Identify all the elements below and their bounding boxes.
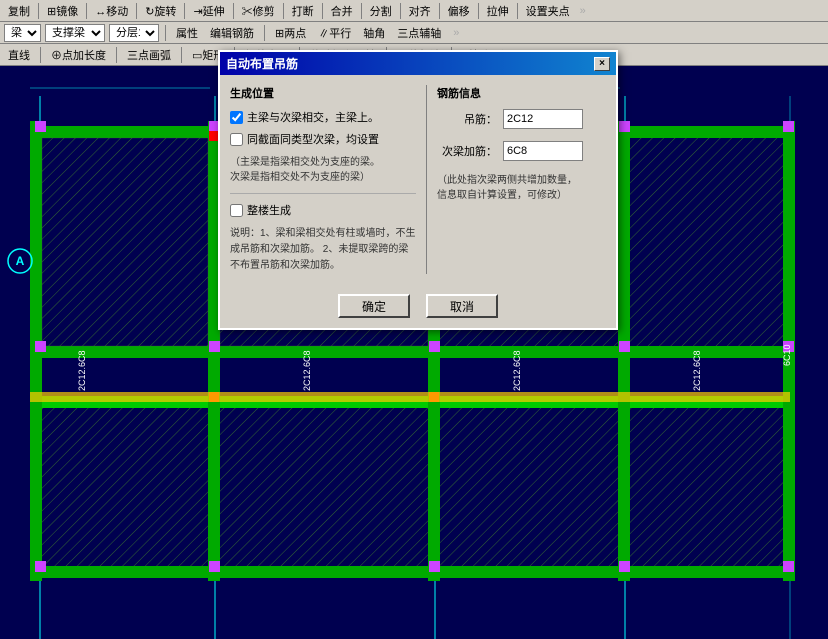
- checkbox-row-1: 主梁与次梁相交，主梁上。: [230, 109, 416, 125]
- toolbar-second: 梁 支撑梁 分层1 属性 编辑钢筋 ⊞两点 ∥平行 轴角 三点辅轴 »: [0, 22, 828, 44]
- cancel-button[interactable]: 取消: [426, 294, 498, 318]
- tb-edit-rebar[interactable]: 编辑钢筋: [206, 24, 258, 42]
- checkbox-row-3: 整楼生成: [230, 202, 416, 218]
- svg-text:2C12.6C8: 2C12.6C8: [512, 350, 522, 391]
- tb-align[interactable]: 对齐: [405, 2, 435, 20]
- svg-text:2C12.6C8: 2C12.6C8: [302, 350, 312, 391]
- dialog-auto-place-hangbar: 自动布置吊筋 × 生成位置 主梁与次梁相交，主梁上。 同截面同类型次梁，均设置 …: [218, 50, 618, 330]
- select-layer[interactable]: 分层1: [109, 24, 159, 42]
- field-note: （此处指次梁两侧共增加数量，信息取自计算设置，可修改）: [437, 173, 606, 203]
- toolbar-top: 复制 ⊞镜像 ↔移动 ↻旋转 ⇥延伸 ✂修剪 打断 合并 分割 对齐 偏移 拉伸…: [0, 0, 828, 22]
- tb-copy[interactable]: 复制: [4, 2, 34, 20]
- checkbox-whole-floor[interactable]: [230, 204, 243, 217]
- dialog-body: 生成位置 主梁与次梁相交，主梁上。 同截面同类型次梁，均设置 （主梁是指梁相交处…: [220, 75, 616, 328]
- note-beam-definition: （主梁是指梁相交处为支座的梁。次梁是指相交处不为支座的梁）: [230, 155, 416, 185]
- tb-property[interactable]: 属性: [172, 24, 202, 42]
- field-hangbar-label: 吊筋：: [437, 111, 497, 127]
- checkbox-same-type[interactable]: [230, 133, 243, 146]
- select-beam-type[interactable]: 梁: [4, 24, 41, 42]
- checkbox-whole-floor-label: 整楼生成: [247, 202, 291, 218]
- dialog-buttons: 确定 取消: [230, 286, 606, 318]
- section-bottom: 整楼生成: [230, 193, 416, 218]
- ok-button[interactable]: 确定: [338, 294, 410, 318]
- dialog-right-column: 钢筋信息 吊筋： 次梁加筋： （此处指次梁两侧共增加数量，信息取自计算设置，可修…: [426, 85, 606, 274]
- field-row-addbar: 次梁加筋：: [437, 141, 606, 161]
- field-addbar-label: 次梁加筋：: [437, 143, 497, 159]
- tb-stretch[interactable]: 拉伸: [483, 2, 513, 20]
- svg-text:6C10: 6C10: [782, 344, 792, 366]
- field-hangbar-input[interactable]: [503, 109, 583, 129]
- svg-text:2C12.6C8: 2C12.6C8: [692, 350, 702, 391]
- dialog-close-button[interactable]: ×: [594, 57, 610, 71]
- tb-grip[interactable]: 设置夹点: [522, 2, 574, 20]
- dialog-left-column: 生成位置 主梁与次梁相交，主梁上。 同截面同类型次梁，均设置 （主梁是指梁相交处…: [230, 85, 426, 274]
- dialog-columns: 生成位置 主梁与次梁相交，主梁上。 同截面同类型次梁，均设置 （主梁是指梁相交处…: [230, 85, 606, 274]
- tb-parallel[interactable]: ∥平行: [314, 24, 355, 42]
- tb-axis-angle[interactable]: 轴角: [359, 24, 389, 42]
- dialog-title: 自动布置吊筋: [226, 55, 298, 72]
- svg-text:A: A: [16, 254, 25, 268]
- field-addbar-input[interactable]: [503, 141, 583, 161]
- tb-extend[interactable]: ⇥延伸: [189, 2, 228, 20]
- notice-text: 说明：1、梁和梁相交处有柱或墙时，不生成吊筋和次梁加筋。 2、未提取梁跨的梁不布…: [230, 228, 416, 271]
- tb-offset[interactable]: 偏移: [444, 2, 474, 20]
- svg-text:2C12.6C8: 2C12.6C8: [77, 350, 87, 391]
- checkbox-main-beam-label: 主梁与次梁相交，主梁上。: [247, 109, 379, 125]
- tb-split[interactable]: 分割: [366, 2, 396, 20]
- section-left-title: 生成位置: [230, 85, 416, 101]
- checkbox-row-2: 同截面同类型次梁，均设置: [230, 131, 416, 147]
- tb-merge[interactable]: 合并: [327, 2, 357, 20]
- select-support-beam[interactable]: 支撑梁: [45, 24, 105, 42]
- checkbox-main-beam[interactable]: [230, 111, 243, 124]
- tb-move[interactable]: ↔移动: [91, 2, 132, 20]
- tb-point-extend[interactable]: ⊕点加长度: [47, 46, 110, 64]
- tb-break[interactable]: 打断: [288, 2, 318, 20]
- tb-two-point[interactable]: ⊞两点: [271, 24, 310, 42]
- tb-trim[interactable]: ✂修剪: [238, 2, 279, 20]
- tb-three-axis[interactable]: 三点辅轴: [393, 24, 445, 42]
- tb-mirror[interactable]: ⊞镜像: [43, 2, 82, 20]
- dialog-titlebar: 自动布置吊筋 ×: [220, 52, 616, 75]
- checkbox-same-type-label: 同截面同类型次梁，均设置: [247, 131, 379, 147]
- tb-line[interactable]: 直线: [4, 46, 34, 64]
- tb-rotate[interactable]: ↻旋转: [141, 2, 180, 20]
- section-right-title: 钢筋信息: [437, 85, 606, 101]
- field-row-hangbar: 吊筋：: [437, 109, 606, 129]
- notice-box: 说明：1、梁和梁相交处有柱或墙时，不生成吊筋和次梁加筋。 2、未提取梁跨的梁不布…: [230, 226, 416, 274]
- tb-arc[interactable]: 三点画弧: [123, 46, 175, 64]
